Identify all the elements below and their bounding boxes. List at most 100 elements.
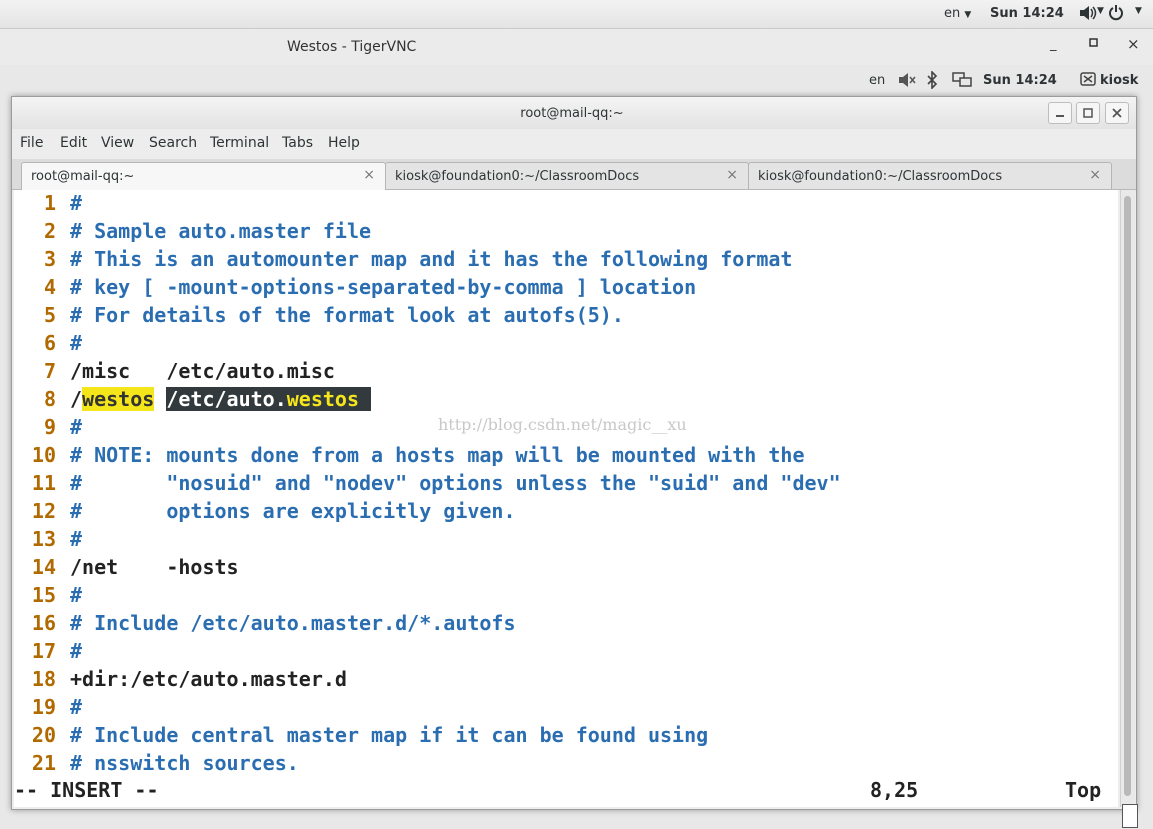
editor-line: 15 # xyxy=(14,581,82,609)
line-number: 14 xyxy=(31,555,56,579)
minimize-button[interactable]: _ xyxy=(1050,37,1057,52)
close-icon[interactable]: × xyxy=(363,167,375,183)
line-number: 17 xyxy=(31,639,56,663)
editor-line: 19 # xyxy=(14,693,82,721)
tab-kiosk-classroomdocs-2[interactable]: kiosk@foundation0:~/ClassroomDocs × xyxy=(748,162,1112,189)
line-number: 19 xyxy=(31,695,56,719)
chevron-down-icon: ▼ xyxy=(964,10,972,20)
editor-line: 4 # key [ -mount-options-separated-by-com… xyxy=(14,273,696,301)
selection-search-highlight: westos xyxy=(286,387,360,411)
line-text: # xyxy=(70,639,83,663)
editor-line-cursor: 8/westos /etc/auto.westos xyxy=(14,385,372,413)
menu-tabs[interactable]: Tabs xyxy=(282,135,313,151)
menu-view[interactable]: View xyxy=(101,135,134,151)
line-number: 16 xyxy=(31,611,56,635)
bluetooth-icon[interactable] xyxy=(926,70,938,93)
line-text: # nsswitch sources. xyxy=(70,751,299,775)
menu-file[interactable]: File xyxy=(20,135,43,151)
remote-user-menu[interactable]: kiosk xyxy=(1100,73,1138,88)
selection-text: /etc/auto. xyxy=(166,387,287,411)
menu-terminal[interactable]: Terminal xyxy=(210,135,269,151)
mode-indicator: -- INSERT -- xyxy=(14,778,159,802)
line-text: # NOTE: mounts done from a hosts map wil… xyxy=(70,443,805,467)
close-icon[interactable]: × xyxy=(1089,167,1101,183)
terminal-close-button[interactable] xyxy=(1105,102,1129,124)
tab-root-mail-qq[interactable]: root@mail-qq:~ × xyxy=(21,162,386,190)
close-button[interactable]: × xyxy=(1127,35,1140,53)
line-number: 8 xyxy=(43,387,56,411)
line-text: # This is an automounter map and it has … xyxy=(70,247,793,271)
menu-help[interactable]: Help xyxy=(328,135,360,151)
line-text: # "nosuid" and "nodev" options unless th… xyxy=(70,471,841,495)
line-number: 15 xyxy=(31,583,56,607)
line-text: # xyxy=(70,695,83,719)
volume-muted-icon[interactable] xyxy=(897,71,917,93)
cursor-position: 8,25 xyxy=(870,778,919,802)
menu-search[interactable]: Search xyxy=(149,135,197,151)
line-number: 9 xyxy=(43,415,56,439)
terminal-maximize-button[interactable] xyxy=(1076,102,1100,124)
remote-language-label[interactable]: en xyxy=(869,73,885,88)
line-text: # Include /etc/auto.master.d/*.autofs xyxy=(70,611,516,635)
line-number: 4 xyxy=(43,275,56,299)
line-text: # For details of the format look at auto… xyxy=(70,303,624,327)
terminal-scrollbar[interactable] xyxy=(1120,190,1135,807)
cursor-block xyxy=(359,387,371,411)
vnc-window-title: Westos - TigerVNC xyxy=(287,39,417,55)
chevron-down-icon: ▼ xyxy=(1135,6,1142,16)
editor-line: 9 # xyxy=(14,413,82,441)
editor-line: 1 # xyxy=(14,190,82,217)
network-icon[interactable] xyxy=(952,71,972,93)
line-number: 5 xyxy=(43,303,56,327)
close-icon[interactable]: × xyxy=(726,167,738,183)
line-text: # xyxy=(70,415,83,439)
editor-line: 2 # Sample auto.master file xyxy=(14,217,371,245)
vnc-window-titlebar[interactable]: Westos - TigerVNC _ × xyxy=(0,29,1153,65)
tab-bar: root@mail-qq:~ × kiosk@foundation0:~/Cla… xyxy=(12,159,1136,190)
line-text: /net -hosts xyxy=(70,555,239,579)
editor-line: 20 # Include central master map if it can… xyxy=(14,721,708,749)
line-number: 6 xyxy=(43,331,56,355)
line-text: # Include central master map if it can b… xyxy=(70,723,709,747)
menu-bar: File Edit View Search Terminal Tabs Help xyxy=(12,131,1136,157)
search-highlight: westos xyxy=(82,387,155,411)
terminal-titlebar[interactable]: root@mail-qq:~ xyxy=(12,97,1136,129)
vnc-resize-handle[interactable] xyxy=(1122,804,1138,828)
top-panel: en ▼ Sun 14:24 ▼ ▼ xyxy=(0,0,1153,29)
line-number: 3 xyxy=(43,247,56,271)
language-indicator[interactable]: en ▼ xyxy=(944,6,971,21)
line-number: 11 xyxy=(31,471,56,495)
editor-line: 17 # xyxy=(14,637,82,665)
editor-line: 18 +dir:/etc/auto.master.d xyxy=(14,665,347,693)
line-number: 7 xyxy=(43,359,56,383)
menu-edit[interactable]: Edit xyxy=(60,135,87,151)
scrollbar-thumb[interactable] xyxy=(1124,196,1131,796)
scroll-position: Top xyxy=(1065,778,1102,802)
remote-clock[interactable]: Sun 14:24 xyxy=(983,73,1057,88)
line-text: # xyxy=(70,191,83,215)
line-number: 18 xyxy=(31,667,56,691)
line-number: 13 xyxy=(31,527,56,551)
line-number: 12 xyxy=(31,499,56,523)
line-text: # options are explicitly given. xyxy=(70,499,516,523)
volume-icon[interactable] xyxy=(1078,4,1098,26)
line-number: 21 xyxy=(31,751,56,775)
maximize-button[interactable] xyxy=(1089,37,1099,52)
editor-line: 11 # "nosuid" and "nodev" options unless … xyxy=(14,469,841,497)
clock[interactable]: Sun 14:24 xyxy=(990,6,1064,21)
editor-line: 21 # nsswitch sources. xyxy=(14,749,299,777)
tab-label: kiosk@foundation0:~/ClassroomDocs xyxy=(395,169,640,184)
editor-line: 14/net -hosts xyxy=(14,553,239,581)
line-text: /misc /etc/auto.misc xyxy=(70,359,335,383)
power-icon[interactable] xyxy=(1108,4,1124,26)
editor-line: 5 # For details of the format look at aut… xyxy=(14,301,624,329)
editor-line: 7/misc /etc/auto.misc xyxy=(14,357,335,385)
tab-kiosk-classroomdocs-1[interactable]: kiosk@foundation0:~/ClassroomDocs × xyxy=(385,162,749,189)
line-number: 20 xyxy=(31,723,56,747)
terminal-content[interactable]: 1 # 2 # Sample auto.master file 3 # This is… xyxy=(14,190,1118,807)
remote-panel: en Sun 14:24 kiosk xyxy=(0,66,1153,96)
line-text: +dir:/etc/auto.master.d xyxy=(70,667,347,691)
terminal-minimize-button[interactable] xyxy=(1048,102,1072,124)
line-number: 10 xyxy=(31,443,56,467)
